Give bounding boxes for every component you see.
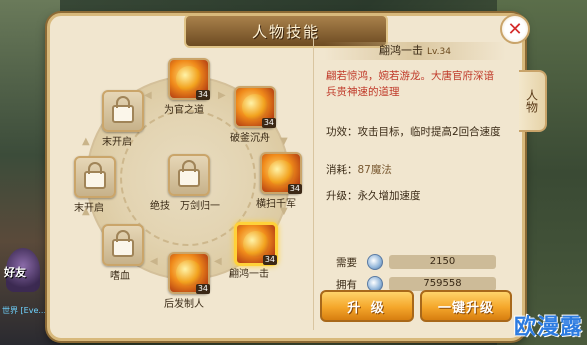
skill-level: Lv.34 — [427, 47, 451, 57]
tab-character[interactable]: 人物 — [519, 70, 547, 132]
skill-label: 嗜血 — [110, 271, 130, 282]
have-value: 759558 — [389, 277, 496, 291]
lock-icon — [112, 230, 134, 257]
skill-name: 翩鸿一击 — [379, 44, 424, 57]
skill-slot-ultimate[interactable] — [168, 154, 210, 196]
watermark: 欧漫露 — [513, 315, 583, 340]
close-icon: ✕ — [507, 18, 523, 40]
skill-slot-counter[interactable]: 34 — [168, 252, 210, 294]
silver-coin-icon — [367, 254, 383, 270]
skill-level-badge: 34 — [261, 118, 276, 128]
strike-icon — [243, 231, 269, 257]
friend-label[interactable]: 好友 — [4, 264, 26, 280]
skill-label: 横扫千军 — [256, 199, 296, 210]
skill-description: 翩若惊鸿，婉若游龙。大唐官府深谙兵贵神速的道理 — [326, 70, 494, 98]
lock-icon — [178, 160, 200, 187]
skill-wheel: 34 为官之道 34 破釜沉舟 34 横扫千军 34 翩鸿一击 34 后发制人 — [58, 46, 313, 331]
skill-label: 后发制人 — [164, 299, 204, 310]
skill-slot-bloodthirst[interactable] — [102, 224, 144, 266]
official-skill-icon — [176, 66, 202, 92]
arrow-icon: ▼ — [280, 206, 288, 217]
cost-row: 消耗：87魔法 — [326, 162, 506, 178]
arrow-icon: ▲ — [82, 136, 90, 147]
skill-detail: 翩鸿一击 Lv.34 翩若惊鸿，婉若游龙。大唐官府深谙兵贵神速的道理 功效：攻击目… — [313, 38, 514, 330]
arrow-icon: ▶ — [218, 90, 226, 101]
upgrade-all-button[interactable]: 一键升级 — [420, 290, 512, 322]
cost-label: 消耗： — [326, 164, 358, 176]
effect-row: 功效：攻击目标，临时提高2回合速度 — [326, 124, 506, 140]
world-chat-text: 世界 [Eve... — [2, 306, 47, 315]
effect-label: 功效： — [326, 126, 358, 138]
skill-slot-official[interactable]: 34 — [168, 58, 210, 100]
counter-icon — [176, 260, 202, 286]
need-row: 需要 2150 — [336, 254, 496, 270]
upgrade-button[interactable]: 升 级 — [320, 290, 414, 322]
need-value: 2150 — [389, 255, 496, 269]
close-button[interactable]: ✕ — [500, 14, 530, 44]
lock-icon — [84, 162, 106, 189]
cost-text: 87魔法 — [357, 164, 392, 176]
skill-slot-sweep[interactable]: 34 — [260, 152, 302, 194]
lock-icon — [112, 96, 134, 123]
skill-title: 翩鸿一击 Lv.34 — [324, 42, 506, 60]
skill-level-badge: 34 — [262, 255, 277, 265]
skill-label: 万剑归一 — [180, 201, 220, 212]
skill-label: 翩鸿一击 — [229, 269, 269, 280]
skill-label: 为官之道 — [164, 105, 204, 116]
skill-level-badge: 34 — [287, 184, 302, 194]
arrow-icon: ▲ — [82, 206, 90, 217]
arrow-icon: ◀ — [144, 90, 152, 101]
skill-slot-fire-slash[interactable]: 34 — [234, 86, 276, 128]
skill-label: 绝技 — [150, 201, 170, 212]
sweep-blade-icon — [268, 160, 294, 186]
arrow-icon: ◀ — [214, 256, 222, 267]
skill-level-badge: 34 — [195, 284, 210, 294]
effect-text: 攻击目标，临时提高2回合速度 — [357, 126, 501, 138]
skill-level-badge: 34 — [195, 90, 210, 100]
fire-slash-icon — [242, 94, 268, 120]
upgrade-text: 永久增加速度 — [357, 190, 421, 202]
skill-slot-locked-left[interactable] — [74, 156, 116, 198]
skill-slot-locked-upper[interactable] — [102, 90, 144, 132]
upgrade-row: 升级：永久增加速度 — [326, 188, 506, 204]
arrow-icon: ◀ — [150, 256, 158, 267]
skill-label: 破釜沉舟 — [230, 133, 270, 144]
arrow-icon: ▼ — [280, 136, 288, 147]
skill-label: 末开启 — [102, 137, 132, 148]
need-label: 需要 — [336, 256, 357, 269]
skill-slot-strike[interactable]: 34 — [234, 222, 278, 266]
upgrade-label: 升级： — [326, 190, 358, 202]
